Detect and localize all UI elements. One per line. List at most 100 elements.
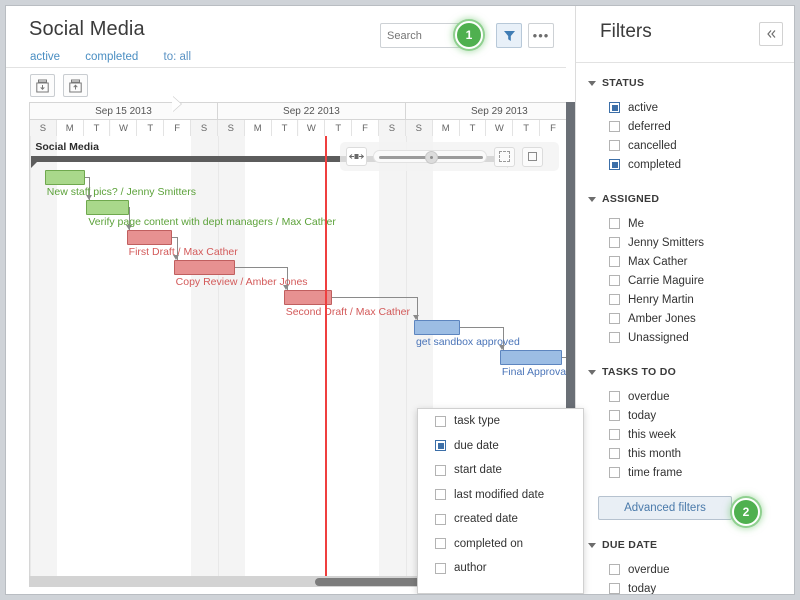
link-completed[interactable]: completed [85,51,138,63]
column-chooser-popup[interactable]: task type due date start date last modified… [417,408,584,594]
timeline-week-row: Sep 15 2013Sep 22 2013Sep 29 2013Oct [30,103,566,120]
fit-to-width-icon[interactable] [346,147,367,166]
week-gridline [30,136,31,576]
filter-option-row[interactable]: today [609,406,795,425]
ellipsis-icon: ••• [533,32,550,40]
checkbox[interactable] [609,564,620,575]
checkbox[interactable] [435,465,446,476]
filter-option-label: today [628,583,656,595]
weekend-column [30,136,57,576]
popup-menu-item[interactable]: author [435,556,583,581]
more-options-button[interactable]: ••• [528,23,554,48]
zoom-slider[interactable] [373,150,487,163]
collapse-all-button[interactable] [30,74,55,97]
gantt-task-bar[interactable] [86,200,129,215]
filter-option-row[interactable]: Henry Martin [609,290,795,309]
timeline-day-cell: F [540,120,566,136]
checkbox[interactable] [609,218,620,229]
filter-option-row[interactable]: Carrie Maguire [609,271,795,290]
popup-menu-item-label: task type [454,415,500,427]
checkbox[interactable] [609,275,620,286]
checkbox[interactable] [435,563,446,574]
filter-section-header[interactable]: TASKS TO DO [588,366,795,378]
fullscreen-button[interactable] [522,147,543,167]
filter-option-row[interactable]: active [609,98,795,117]
checkbox[interactable] [609,256,620,267]
checkbox[interactable] [609,429,620,440]
filters-title: Filters [600,21,652,43]
filter-option-label: Amber Jones [628,313,696,325]
filter-option-row[interactable]: Max Cather [609,252,795,271]
gantt-task-bar[interactable] [45,170,85,185]
timeline-week-label: Sep 22 2013 [218,103,406,120]
gantt-task-bar[interactable] [414,320,460,335]
link-active[interactable]: active [30,51,60,63]
checkbox[interactable] [435,514,446,525]
gantt-task-label: Verify page content with dept managers /… [88,216,335,228]
filter-option-row[interactable]: overdue [609,560,795,579]
checkbox[interactable] [435,489,446,500]
advanced-filters-button[interactable]: Advanced filters [598,496,732,520]
popup-menu-item-label: start date [454,464,502,476]
timeline-day-cell: F [164,120,191,136]
gantt-task-label: Second Draft / Max Cather [286,306,410,318]
checkbox[interactable] [435,440,446,451]
filter-button[interactable] [496,23,522,48]
gantt-zoom-toolbar[interactable] [340,142,559,171]
popup-menu-item[interactable]: completed on [435,532,583,557]
checkbox[interactable] [435,416,446,427]
filter-option-row[interactable]: today [609,579,795,594]
gantt-task-bar[interactable] [174,260,236,275]
filter-option-row[interactable]: this month [609,444,795,463]
popup-menu-item[interactable]: last modified date [435,483,583,508]
filter-section-header[interactable]: ASSIGNED [588,193,795,205]
checkbox[interactable] [609,294,620,305]
filter-option-label: this week [628,429,676,441]
filter-option-label: today [628,410,656,422]
filter-option-row[interactable]: time frame [609,463,795,482]
gantt-task-bar[interactable] [500,350,562,365]
filter-option-row[interactable]: Me [609,214,795,233]
checkbox[interactable] [609,140,620,151]
filter-section-header[interactable]: DUE DATE [588,539,795,551]
collapse-sidebar-button[interactable] [759,22,783,46]
fit-arrows-icon [349,152,364,161]
marquee-select-button[interactable] [494,147,515,167]
search-input[interactable] [380,23,466,48]
filters-list[interactable]: STATUS activedeferredcancelledcompleted AS… [576,63,795,594]
filter-option-row[interactable]: deferred [609,117,795,136]
funnel-icon [503,29,516,42]
checkbox[interactable] [609,410,620,421]
checkbox[interactable] [609,391,620,402]
link-to-all[interactable]: to: all [164,51,192,63]
filter-option-label: Carrie Maguire [628,275,704,287]
filter-option-row[interactable]: Amber Jones [609,309,795,328]
checkbox[interactable] [435,538,446,549]
filter-option-row[interactable]: this week [609,425,795,444]
timeline-day-cell: T [460,120,487,136]
filter-option-row[interactable]: Jenny Smitters [609,233,795,252]
checkbox[interactable] [609,332,620,343]
dependency-link [460,327,503,328]
popup-menu-item[interactable]: due date [435,434,583,459]
checkbox[interactable] [609,467,620,478]
filter-section-header[interactable]: STATUS [588,77,795,89]
gantt-task-bar[interactable] [127,230,173,245]
checkbox[interactable] [609,159,620,170]
checkbox[interactable] [609,102,620,113]
expand-all-button[interactable] [63,74,88,97]
checkbox[interactable] [609,313,620,324]
filter-option-row[interactable]: cancelled [609,136,795,155]
filter-option-row[interactable]: Unassigned [609,328,795,347]
popup-menu-item[interactable]: created date [435,507,583,532]
popup-menu-item[interactable]: task type [435,409,583,434]
checkbox[interactable] [609,448,620,459]
checkbox[interactable] [609,121,620,132]
zoom-slider-knob[interactable] [425,151,438,164]
checkbox[interactable] [609,237,620,248]
checkbox[interactable] [609,583,620,594]
filter-option-label: Jenny Smitters [628,237,704,249]
popup-menu-item[interactable]: start date [435,458,583,483]
filter-option-row[interactable]: overdue [609,387,795,406]
filter-option-row[interactable]: completed [609,155,795,174]
